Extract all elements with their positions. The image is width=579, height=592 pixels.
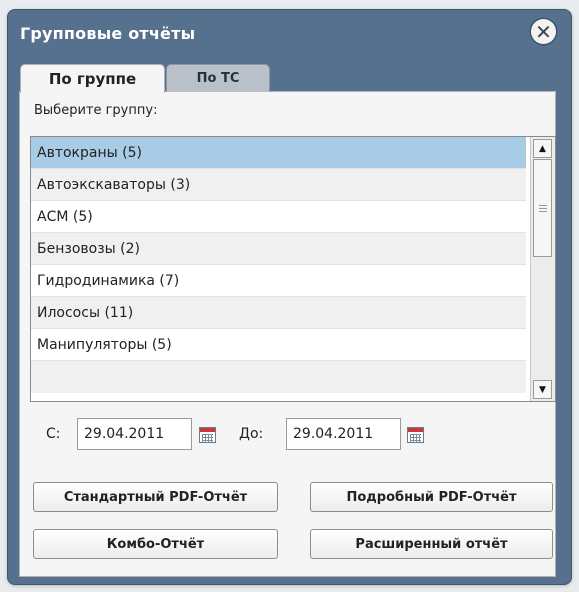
scroll-thumb[interactable] — [533, 159, 552, 257]
list-item[interactable]: Автокраны (5) — [31, 137, 526, 169]
list-item[interactable]: Гидродинамика (7) — [31, 265, 526, 297]
combo-report-button[interactable]: Комбо-Отчёт — [33, 529, 278, 559]
list-item[interactable]: Манипуляторы (5) — [31, 329, 526, 361]
scroll-up-icon[interactable]: ▲ — [533, 139, 552, 158]
group-listbox[interactable]: Автокраны (5) Автоэкскаваторы (3) АСМ (5… — [30, 136, 556, 402]
list-item-partial[interactable] — [31, 361, 526, 393]
detailed-pdf-report-button[interactable]: Подробный PDF-Отчёт — [310, 482, 553, 512]
scroll-down-icon[interactable]: ▼ — [533, 380, 552, 399]
standard-pdf-report-button[interactable]: Стандартный PDF-Отчёт — [33, 482, 278, 512]
calendar-icon[interactable] — [407, 427, 424, 443]
date-to-input[interactable] — [286, 418, 401, 450]
date-from-input[interactable] — [77, 418, 192, 450]
date-from-label: С: — [46, 426, 61, 442]
select-group-label: Выберите группу: — [34, 103, 158, 118]
list-item[interactable]: АСМ (5) — [31, 201, 526, 233]
tab-by-group[interactable]: По группе — [20, 64, 165, 93]
tab-by-vehicle[interactable]: По ТС — [166, 64, 270, 92]
listbox-scrollbar[interactable]: ▲ ▼ — [530, 137, 555, 401]
list-item[interactable]: Бензовозы (2) — [31, 233, 526, 265]
close-icon[interactable]: ✕ — [529, 17, 558, 46]
dialog-title: Групповые отчёты — [20, 24, 196, 43]
extended-report-button[interactable]: Расширенный отчёт — [310, 529, 553, 559]
list-item[interactable]: Илососы (11) — [31, 297, 526, 329]
list-item[interactable]: Автоэкскаваторы (3) — [31, 169, 526, 201]
date-to-label: До: — [239, 426, 264, 442]
calendar-icon[interactable] — [199, 427, 216, 443]
